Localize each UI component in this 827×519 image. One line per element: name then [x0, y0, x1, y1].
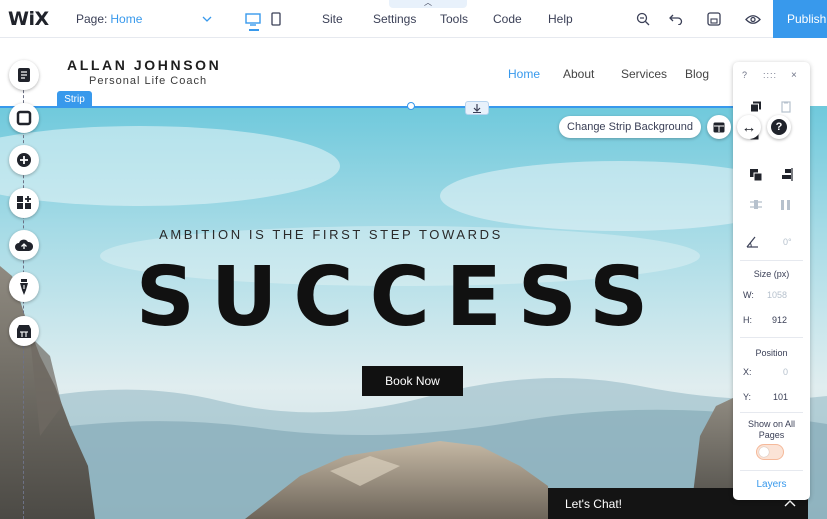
help-icon[interactable]: ?	[767, 115, 791, 139]
undo-icon[interactable]	[669, 0, 683, 38]
change-strip-background-button[interactable]: Change Strip Background	[559, 116, 701, 138]
layers-link[interactable]: Layers	[733, 479, 810, 490]
rotation-value[interactable]: 0°	[783, 237, 792, 247]
show-on-all-pages-label: Show on All Pages	[747, 419, 796, 440]
width-value[interactable]: 1058	[767, 290, 787, 300]
add-apps-icon[interactable]	[9, 188, 39, 218]
media-upload-cloud-icon[interactable]	[9, 230, 39, 260]
position-label: Position	[755, 348, 788, 358]
design-pen-icon[interactable]	[9, 272, 39, 302]
add-element-plus-icon[interactable]	[9, 145, 39, 175]
panel-divider	[740, 337, 803, 338]
strip-selection-line	[0, 106, 740, 108]
menu-help[interactable]: Help	[548, 0, 573, 38]
x-value[interactable]: 0	[783, 367, 788, 377]
wix-editor: WiX Page: Home Site Settings Tools Code …	[0, 0, 827, 519]
zoom-out-icon[interactable]	[636, 0, 650, 38]
panel-divider	[740, 470, 803, 471]
wix-logo: WiX	[8, 8, 49, 30]
height-value[interactable]: 912	[772, 315, 787, 325]
nav-home[interactable]: Home	[508, 67, 540, 81]
width-label: W:	[743, 290, 754, 300]
site-header: ALLAN JOHNSON Personal Life Coach Home A…	[0, 38, 827, 106]
brand-subtitle: Personal Life Coach	[89, 75, 208, 87]
y-value[interactable]: 101	[773, 392, 788, 402]
book-now-button[interactable]: Book Now	[362, 366, 463, 396]
nav-about[interactable]: About	[563, 67, 594, 81]
height-label: H:	[743, 315, 752, 325]
hero-headline[interactable]: SUCCESS	[0, 250, 800, 345]
strip-anchor-icon[interactable]	[465, 101, 489, 115]
copy-icon[interactable]	[749, 100, 763, 114]
chevron-down-icon[interactable]	[202, 0, 212, 38]
panel-divider	[740, 412, 803, 413]
collapse-topbar-tab[interactable]: ︿	[389, 0, 467, 8]
paste-icon[interactable]	[779, 100, 793, 114]
strip-tag: Strip	[57, 91, 92, 107]
layout-icon[interactable]	[707, 115, 731, 139]
strip-resize-handle[interactable]	[407, 102, 415, 110]
nav-blog[interactable]: Blog	[685, 67, 709, 81]
brand-name: ALLAN JOHNSON	[67, 57, 222, 73]
nav-services[interactable]: Services	[621, 67, 667, 81]
chat-label: Let's Chat!	[565, 496, 622, 511]
show-on-all-pages-toggle[interactable]	[756, 444, 784, 460]
save-icon[interactable]	[707, 0, 721, 38]
page-selector[interactable]: Page: Home	[76, 0, 142, 38]
business-store-icon[interactable]	[9, 316, 39, 346]
y-label: Y:	[743, 392, 752, 402]
preview-eye-icon[interactable]	[745, 0, 761, 38]
page-selector-value: Home	[110, 12, 143, 26]
panel-divider	[740, 260, 803, 261]
publish-button[interactable]: Publish	[773, 0, 827, 38]
mobile-view-icon[interactable]	[271, 0, 285, 38]
page-selector-label: Page:	[76, 12, 108, 26]
panel-close-button[interactable]: ×	[791, 70, 797, 81]
background-square-icon[interactable]	[9, 103, 39, 133]
arrange-icon[interactable]	[749, 168, 763, 182]
stretch-arrows-icon[interactable]: ↔	[737, 115, 761, 139]
menu-site[interactable]: Site	[322, 0, 343, 38]
hero-tagline[interactable]: AMBITION IS THE FIRST STEP TOWARDS	[0, 227, 662, 242]
rotate-angle-icon[interactable]	[745, 235, 759, 249]
menu-code[interactable]: Code	[493, 0, 522, 38]
align-icon[interactable]	[779, 168, 793, 182]
size-label: Size (px)	[753, 269, 790, 279]
pages-menu-icon[interactable]	[9, 60, 39, 90]
panel-drag-handle[interactable]: ::::	[763, 70, 777, 80]
panel-help-link[interactable]: ?	[742, 70, 747, 80]
distribute-icon[interactable]	[749, 198, 763, 212]
desktop-view-icon[interactable]	[245, 0, 263, 38]
chevron-up-icon: ︿	[424, 0, 432, 7]
x-label: X:	[743, 367, 752, 377]
match-size-icon[interactable]	[779, 198, 793, 212]
